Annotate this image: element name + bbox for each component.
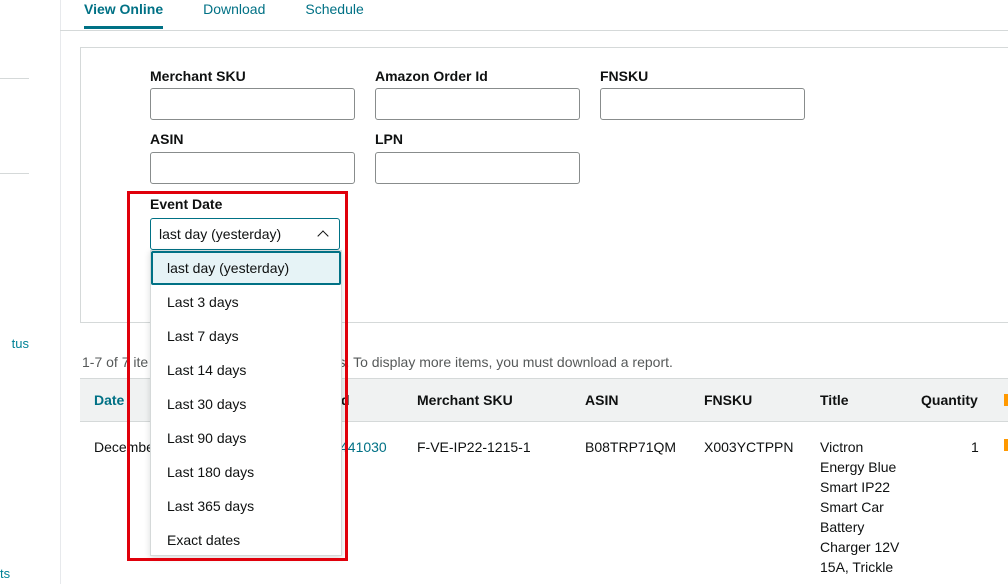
tab-download[interactable]: Download — [203, 0, 265, 29]
sidebar-divider — [0, 78, 29, 79]
fnsku-label: FNSKU — [600, 68, 649, 84]
dropdown-option-last-90-days[interactable]: Last 90 days — [151, 421, 341, 455]
tabs-divider — [60, 30, 1008, 31]
report-tabs: View Online Download Schedule — [84, 0, 404, 30]
dropdown-option-last-180-days[interactable]: Last 180 days — [151, 455, 341, 489]
event-date-dropdown: last day (yesterday) Last 3 days Last 7 … — [150, 250, 342, 556]
chevron-up-icon — [317, 230, 329, 242]
dropdown-option-last-7-days[interactable]: Last 7 days — [151, 319, 341, 353]
results-summary-prefix: 1-7 of 7 ite — [82, 354, 149, 370]
sidebar-border — [60, 0, 61, 584]
lpn-input[interactable] — [375, 152, 580, 184]
dropdown-option-last-365-days[interactable]: Last 365 days — [151, 489, 341, 523]
tab-schedule[interactable]: Schedule — [305, 0, 363, 29]
dropdown-option-last-30-days[interactable]: Last 30 days — [151, 387, 341, 421]
table-cell-title: Victron Energy Blue Smart IP22 Smart Car… — [820, 439, 900, 575]
table-cell-fnsku: X003YCTPPN — [704, 439, 794, 455]
amazon-order-id-label: Amazon Order Id — [375, 68, 488, 84]
column-header-fnsku[interactable]: FNSKU — [704, 392, 752, 408]
asin-input[interactable] — [150, 152, 355, 184]
column-header-date[interactable]: Date — [94, 392, 124, 408]
table-cell-merchant-sku: F-VE-IP22-1215-1 — [417, 439, 531, 455]
column-header-merchant-sku[interactable]: Merchant SKU — [417, 392, 513, 408]
column-header-asin[interactable]: ASIN — [585, 392, 618, 408]
merchant-sku-label: Merchant SKU — [150, 68, 246, 84]
amazon-order-id-input[interactable] — [375, 88, 580, 120]
sidebar-item[interactable]: tus — [0, 336, 29, 351]
table-cell-quantity: 1 — [971, 439, 979, 455]
tab-view-online[interactable]: View Online — [84, 0, 164, 29]
lpn-label: LPN — [375, 131, 403, 147]
table-cell-asin: B08TRP71QM — [585, 439, 677, 455]
sidebar-item[interactable]: ts — [0, 566, 29, 581]
event-date-selected-value: last day (yesterday) — [159, 226, 282, 242]
column-header-order-id[interactable]: d — [341, 392, 350, 408]
column-header-quantity[interactable]: Quantity — [921, 392, 978, 408]
dropdown-option-last-14-days[interactable]: Last 14 days — [151, 353, 341, 387]
fnsku-input[interactable] — [600, 88, 805, 120]
dropdown-option-last-day[interactable]: last day (yesterday) — [151, 251, 341, 285]
asin-label: ASIN — [150, 131, 184, 147]
merchant-sku-input[interactable] — [150, 88, 355, 120]
dropdown-option-last-3-days[interactable]: Last 3 days — [151, 285, 341, 319]
table-cell-order-id[interactable]: 441030 — [340, 437, 387, 457]
column-overflow-marker — [1004, 394, 1008, 406]
event-date-label: Event Date — [150, 196, 223, 212]
column-header-title[interactable]: Title — [820, 392, 849, 408]
sidebar-divider — [0, 173, 29, 174]
column-overflow-marker — [1004, 439, 1008, 451]
table-cell-date: Decembe — [94, 439, 154, 455]
dropdown-option-exact-dates[interactable]: Exact dates — [151, 523, 341, 557]
event-date-select[interactable]: last day (yesterday) — [150, 218, 340, 250]
